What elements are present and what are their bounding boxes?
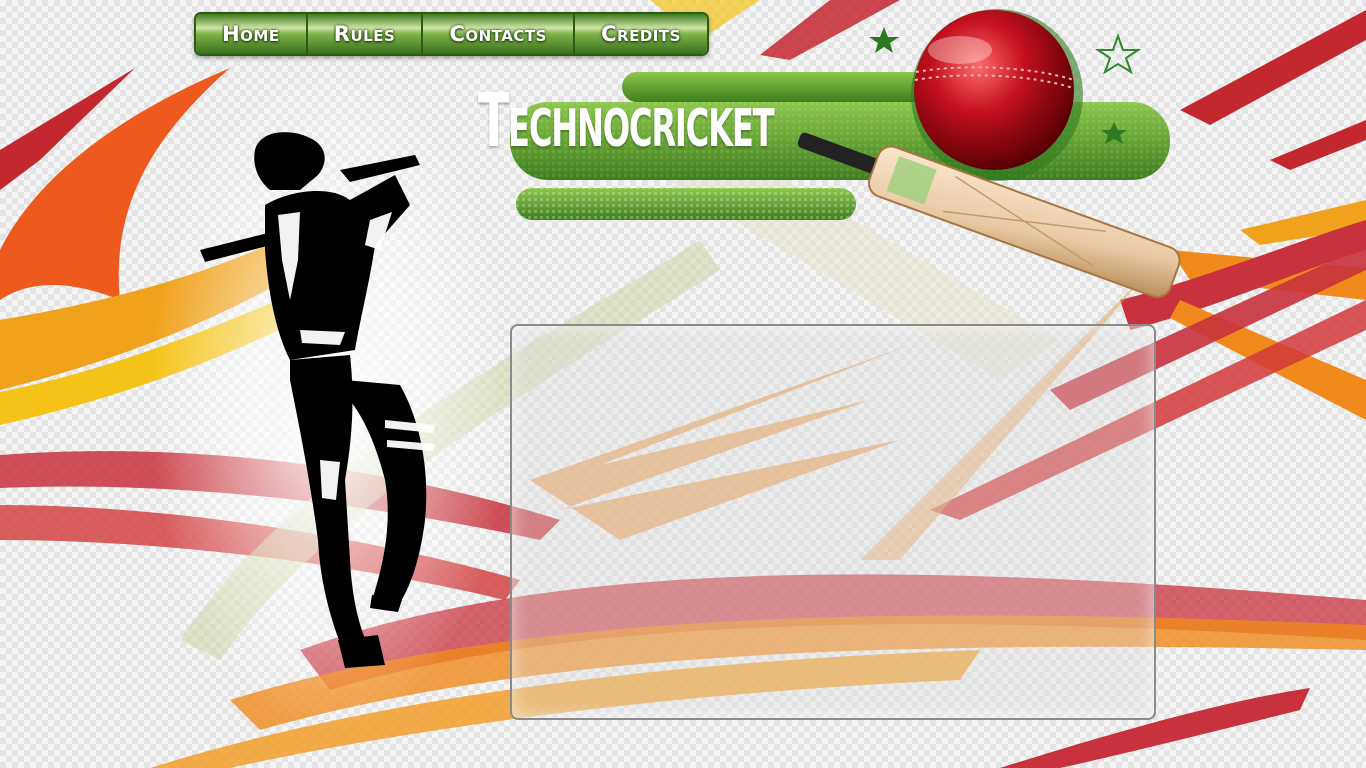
main-nav: Home Rules Contacts Credits [194, 12, 709, 56]
content-panel [510, 324, 1156, 720]
site-title: Technocricket [478, 78, 775, 164]
nav-rules[interactable]: Rules [307, 14, 424, 54]
nav-contacts[interactable]: Contacts [423, 14, 576, 54]
cricket-ball-icon [911, 9, 1083, 181]
nav-home[interactable]: Home [196, 14, 308, 54]
nav-credits[interactable]: Credits [575, 14, 707, 54]
